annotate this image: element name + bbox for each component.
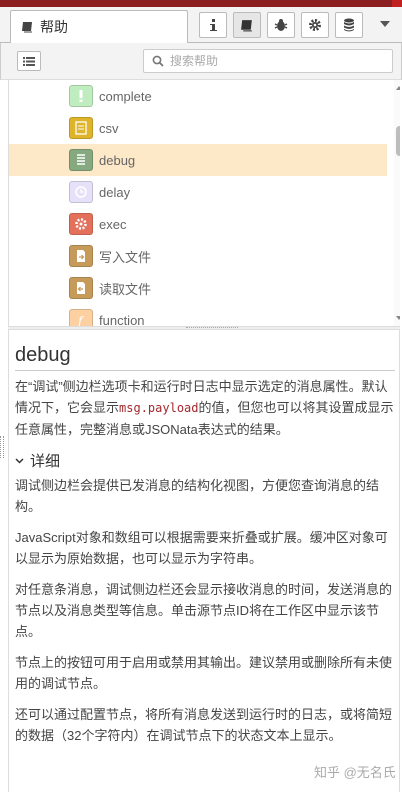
chevron-down-icon xyxy=(15,458,24,464)
tree-item-exec[interactable]: exec xyxy=(9,208,387,240)
tree-scrollbar[interactable] xyxy=(394,80,400,326)
file-out-icon xyxy=(69,245,93,267)
title-divider xyxy=(15,370,395,371)
svg-text:f: f xyxy=(77,314,85,326)
scroll-up-arrow[interactable] xyxy=(396,86,400,90)
doc-paragraph: JavaScript对象和数组可以根据需要来折叠或扩展。缓冲区对象可以显示为原始… xyxy=(15,530,388,566)
context-tab-button[interactable] xyxy=(335,12,363,38)
doc-intro: 在“调试”侧边栏选项卡和运行时日志中显示选定的消息属性。默认情况下，它会显示ms… xyxy=(15,376,399,440)
tree-item-label: delay xyxy=(99,184,131,200)
gear-icon xyxy=(309,19,321,31)
tree-item-label: csv xyxy=(99,120,119,136)
debug-tab-button[interactable] xyxy=(267,12,295,38)
tree-item-complete[interactable]: complete xyxy=(9,80,387,112)
tree-item-label: 写入文件 xyxy=(99,249,152,265)
tree-item-csv[interactable]: csv xyxy=(9,112,387,144)
window-top-bar xyxy=(0,0,402,7)
config-tab-button[interactable] xyxy=(301,12,329,38)
doc-paragraph: 对任意条消息，调试侧边栏还会显示接收消息的时间，发送消息的节点以及消息类型等信息… xyxy=(15,582,393,639)
tree-item-label: debug xyxy=(99,152,136,168)
section-title: 详细 xyxy=(30,453,61,470)
sidebar-resize-handle[interactable] xyxy=(0,436,4,458)
tab-menu-dropdown[interactable] xyxy=(380,21,390,27)
tree-item-debug[interactable]: debug xyxy=(9,144,387,176)
tree-item-label: complete xyxy=(99,88,152,104)
database-icon xyxy=(344,18,354,32)
book-icon xyxy=(241,19,252,31)
tree-item-label: exec xyxy=(99,216,127,232)
csv-icon xyxy=(69,117,93,139)
scroll-down-arrow[interactable] xyxy=(396,316,400,320)
doc-paragraph: 节点上的按钮可用于启用或禁用其输出。建议禁用或删除所有未使用的调试节点。 xyxy=(15,655,393,691)
info-icon xyxy=(210,19,217,31)
list-icon xyxy=(69,149,93,171)
window-corner-accent xyxy=(392,0,402,7)
exclamation-icon xyxy=(69,85,93,107)
help-tab-button[interactable] xyxy=(233,12,261,38)
search-icon xyxy=(152,55,164,67)
tree-item-delay[interactable]: delay xyxy=(9,176,387,208)
tree-item-function[interactable]: f function xyxy=(9,304,387,326)
bug-icon xyxy=(274,19,288,31)
cog-icon xyxy=(69,213,93,235)
book-icon xyxy=(22,22,32,33)
tab-help-label: 帮助 xyxy=(40,19,68,35)
doc-paragraph: 还可以通过配置节点，将所有消息发送到运行时的日志，或将简短的数据（32个字符内）… xyxy=(15,707,393,743)
file-in-icon xyxy=(69,277,93,299)
function-icon: f xyxy=(69,309,93,326)
tab-help[interactable]: 帮助 xyxy=(10,10,188,44)
tree-item-file-in[interactable]: 读取文件 xyxy=(9,272,387,304)
info-tab-button[interactable] xyxy=(199,12,227,38)
tree-item-file-out[interactable]: 写入文件 xyxy=(9,240,387,272)
details-section-toggle[interactable]: 详细 xyxy=(15,450,60,471)
tree-item-label: function xyxy=(99,312,145,327)
help-content: debug 在“调试”侧边栏选项卡和运行时日志中显示选定的消息属性。默认情况下，… xyxy=(8,330,400,792)
tree-scroll-thumb[interactable] xyxy=(396,126,400,156)
timer-icon xyxy=(69,181,93,203)
doc-paragraph: 调试侧边栏会提供已发消息的结构化视图，方便您查询消息的结构。 xyxy=(15,478,380,514)
watermark: 知乎 @无名氏 xyxy=(314,765,396,780)
list-icon xyxy=(23,57,35,66)
doc-title: debug xyxy=(15,344,71,366)
help-node-tree: complete csv debug delay exec 写入文件 读取文件 … xyxy=(8,80,400,326)
toc-toggle-button[interactable] xyxy=(17,51,41,71)
intro-code: msg.payload xyxy=(119,401,199,415)
search-input[interactable] xyxy=(170,54,370,68)
resize-grip xyxy=(186,327,238,329)
sidebar-tab-bar: 帮助 xyxy=(0,7,402,44)
tree-item-label: 读取文件 xyxy=(99,281,152,297)
help-toolbar xyxy=(0,43,402,80)
search-box[interactable] xyxy=(143,49,393,73)
